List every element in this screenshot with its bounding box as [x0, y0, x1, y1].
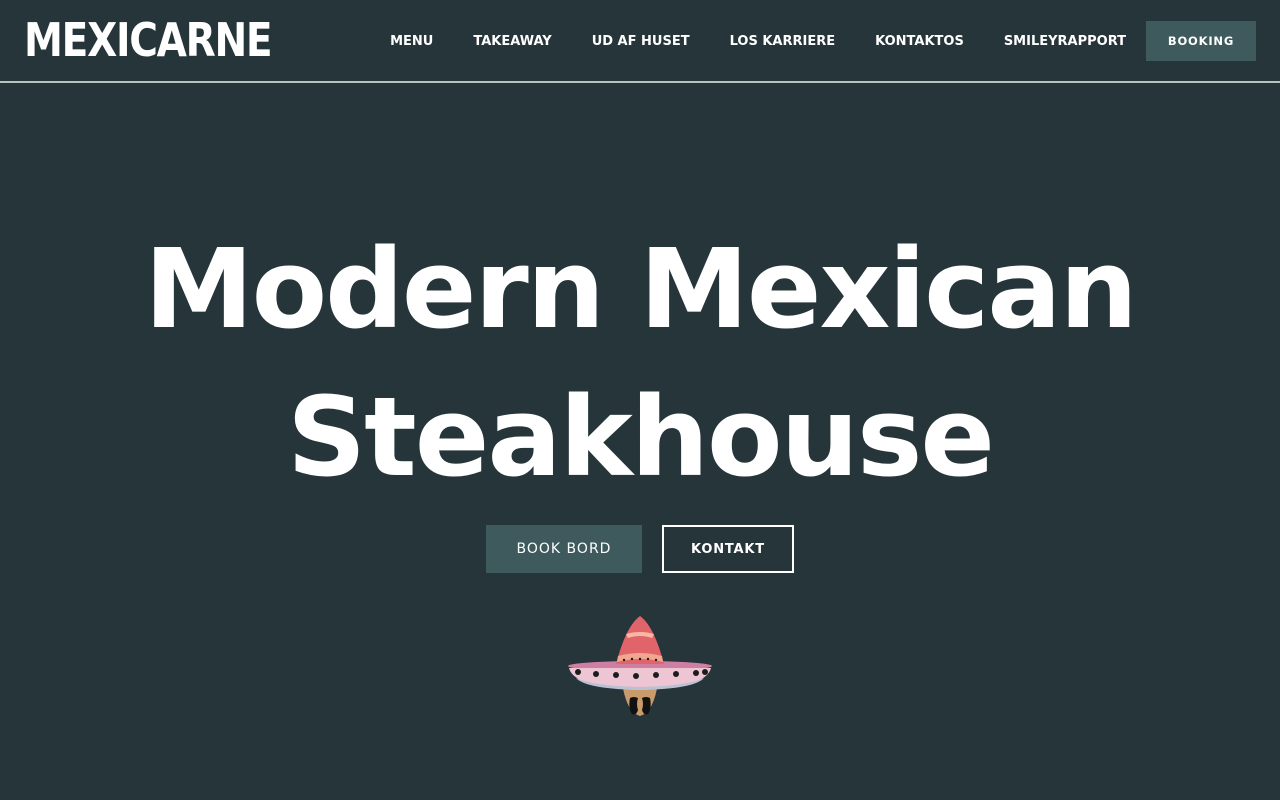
hero-title: Modern Mexican Steakhouse — [0, 215, 1280, 511]
hero-title-line-2: Steakhouse — [286, 373, 995, 501]
nav-item-los-karriere[interactable]: LOS KARRIERE — [730, 34, 836, 49]
booking-button[interactable]: BOOKING — [1146, 21, 1256, 61]
hero-title-line-1: Modern Mexican — [144, 225, 1138, 353]
site-header: MEXICARNE MENU TAKEAWAY UD AF HUSET LOS … — [0, 0, 1280, 83]
nav-item-menu[interactable]: MENU — [390, 34, 433, 49]
contact-button[interactable]: KONTAKT — [662, 525, 794, 573]
main-nav: MENU TAKEAWAY UD AF HUSET LOS KARRIERE K… — [390, 21, 1256, 61]
nav-item-smileyrapport[interactable]: SMILEYRAPPORT — [1004, 34, 1126, 49]
book-table-button[interactable]: BOOK BORD — [486, 525, 642, 573]
site-logo[interactable]: MEXICARNE — [24, 16, 273, 64]
hero-cta-row: BOOK BORD KONTAKT — [486, 525, 794, 573]
sombrero-mascot-icon — [566, 612, 714, 722]
nav-item-takeaway[interactable]: TAKEAWAY — [473, 34, 551, 49]
nav-item-ud-af-huset[interactable]: UD AF HUSET — [592, 34, 690, 49]
nav-item-kontaktos[interactable]: KONTAKTOS — [875, 34, 964, 49]
